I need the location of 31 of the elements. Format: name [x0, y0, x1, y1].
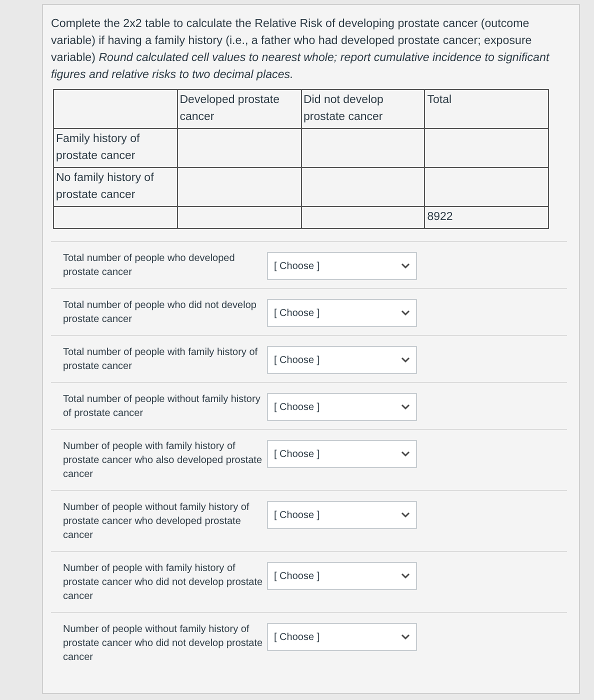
- answer-dropdown[interactable]: [ Choose ]: [267, 346, 417, 374]
- answer-dropdown[interactable]: [ Choose ]: [267, 501, 417, 529]
- table-header-cell: Developed prostate cancer: [177, 90, 301, 128]
- answer-dropdown[interactable]: [ Choose ]: [267, 440, 417, 468]
- table-cell: No family history of prostate cancer: [54, 168, 178, 206]
- answer-dropdown[interactable]: [ Choose ]: [267, 252, 417, 280]
- answer-label: Total number of people who did not develop prostate cancer: [63, 299, 258, 327]
- answer-dropdown[interactable]: [ Choose ]: [267, 562, 417, 590]
- table-header-cell: Did not develop prostate cancer: [301, 90, 425, 128]
- answer-label: Total number of people who developed prostate cancer: [63, 252, 236, 280]
- chevron-down-icon: [401, 512, 410, 518]
- chevron-down-icon: [401, 634, 410, 640]
- answer-label: Total number of people with family history of prostate cancer: [63, 346, 259, 374]
- chevron-down-icon: [401, 451, 410, 457]
- answer-label: Number of people with family history of prostate cancer who also developed prostate cancer: [63, 440, 263, 482]
- chevron-down-icon: [401, 573, 410, 579]
- chevron-down-icon: [401, 263, 410, 269]
- table-cell: Family history of prostate cancer: [54, 128, 178, 168]
- chevron-down-icon: [401, 404, 410, 410]
- answer-label: Number of people without family history of prostate cancer who developed prostate cancer: [63, 501, 250, 543]
- chevron-down-icon: [401, 357, 410, 363]
- answer-label: Total number of people without family history of prostate cancer: [63, 393, 262, 421]
- chevron-down-icon: [401, 310, 410, 316]
- answer-dropdown[interactable]: [ Choose ]: [267, 623, 417, 651]
- answer-dropdown[interactable]: [ Choose ]: [267, 299, 417, 327]
- question-text: Complete the 2x2 table to calculate the Relative Risk of developing prostate cancer (outcome variable) if having a family history (i.e., a father who had developed prostate cancer; exposure variable) Round calculated cell values to nearest whole; report cumulative incidence to significant figures and relative risks to two decimal places.: [51, 16, 550, 83]
- table-header-cell: Total: [424, 90, 548, 128]
- answer-dropdown[interactable]: [ Choose ]: [267, 393, 417, 421]
- answer-label: Number of people with family history of prostate cancer who did not develop prostate cancer: [63, 562, 263, 604]
- table-cell: 8922: [424, 206, 548, 228]
- answer-label: Number of people without family history of prostate cancer who did not develop prostate cancer: [63, 623, 263, 665]
